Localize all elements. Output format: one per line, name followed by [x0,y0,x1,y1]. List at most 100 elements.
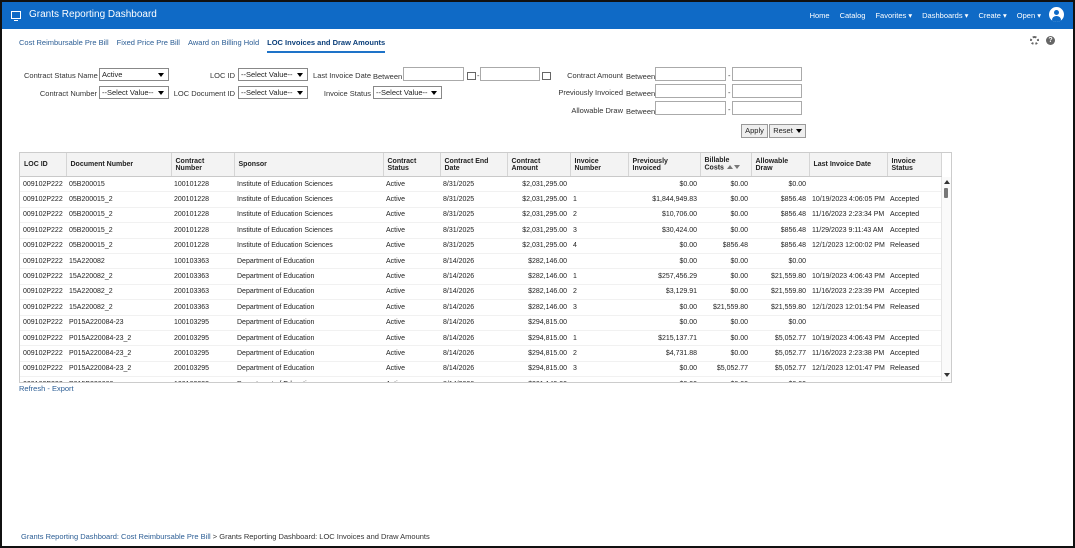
col-contract-end-date[interactable]: Contract End Date [440,153,508,177]
nav-favorites[interactable]: Favorites ▾ [875,11,912,20]
chevron-down-icon [297,73,303,77]
previously-invoiced-to[interactable] [732,84,802,98]
col-sponsor[interactable]: Sponsor [234,153,384,177]
scroll-up-icon[interactable] [944,180,950,184]
table-cell: Accepted [887,207,941,224]
reset-button[interactable]: Reset [769,124,806,138]
calendar-icon[interactable] [542,72,551,80]
nav-create[interactable]: Create ▾ [978,11,1006,20]
col-document-number[interactable]: Document Number [66,153,172,177]
table-row: 009102P222 05B200015_2 200101228 Institute … [20,222,941,239]
export-link[interactable]: Export [52,384,74,393]
col-allowable-draw[interactable]: Allowable Draw [751,153,810,177]
table-cell: 2 [570,345,628,362]
breadcrumb-current: Grants Reporting Dashboard: LOC Invoices… [219,532,430,541]
tab-loc-invoices-and-draw-amounts[interactable]: LOC Invoices and Draw Amounts [267,38,386,53]
scroll-thumb[interactable] [944,188,948,198]
table-cell: Active [383,315,440,331]
tab-award-on-billing-hold[interactable]: Award on Billing Hold [188,38,259,53]
nav-home[interactable]: Home [810,11,830,20]
table-cell: $282,146.00 [507,299,570,316]
help-icon[interactable]: ? [1046,36,1055,45]
col-billable-costs[interactable]: Billable Costs [700,153,752,177]
contract-status-select[interactable]: Active [99,68,169,81]
loc-id-select[interactable]: --Select Value-- [238,68,308,81]
table-cell: $30,424.00 [628,222,700,239]
table-cell: $856.48 [751,222,809,239]
table-cell: $5,052.77 [751,361,809,378]
table-cell: Active [383,191,440,208]
table-cell: 8/31/2025 [440,222,507,239]
table-cell: $0.00 [700,330,751,347]
table-cell: 100103363 [171,253,234,270]
table-cell: 3 [570,299,628,316]
table-cell: Accepted [887,191,941,208]
col-contract-number[interactable]: Contract Number [171,153,235,177]
table-cell: 8/14/2026 [440,345,507,362]
allowable-draw-to[interactable] [732,101,802,115]
table-cell: 8/14/2026 [440,284,507,301]
col-loc-id[interactable]: LOC ID [20,153,67,177]
table-cell: 05B200015_2 [66,191,171,208]
loc-document-select[interactable]: --Select Value-- [238,86,308,99]
tab-cost-reimbursable-pre-bill[interactable]: Cost Reimbursable Pre Bill [19,38,109,53]
table-cell: $856.48 [751,238,809,254]
table-cell: $4,731.88 [628,345,700,362]
table-cell: $0.00 [628,253,700,270]
table-header-row: LOC ID Document Number Contract Number S… [20,153,942,177]
table-cell: $0.00 [700,207,751,224]
col-last-invoice-date[interactable]: Last Invoice Date [809,153,888,177]
nav-catalog[interactable]: Catalog [840,11,866,20]
table-cell: Active [383,284,440,301]
user-avatar-icon[interactable] [1049,7,1064,22]
allowable-draw-label: Allowable Draw [571,106,623,115]
table-cell: Active [383,376,440,382]
apply-button[interactable]: Apply [741,124,768,138]
table-cell: $0.00 [628,376,700,382]
table-cell: $0.00 [700,253,751,270]
table-cell [809,315,887,331]
nav-open[interactable]: Open ▾ [1017,11,1041,20]
table-cell: 15A220082_2 [66,299,171,316]
table-cell: Department of Education [234,330,383,347]
col-invoice-number[interactable]: Invoice Number [570,153,629,177]
chevron-down-icon [158,73,164,77]
scroll-down-icon[interactable] [944,373,950,377]
allowable-draw-from[interactable] [655,101,726,115]
refresh-link[interactable]: Refresh [19,384,45,393]
col-contract-amount[interactable]: Contract Amount [507,153,571,177]
last-invoice-date-from[interactable] [403,67,464,81]
table-cell: Department of Education [234,315,383,331]
col-invoice-status[interactable]: Invoice Status [887,153,942,177]
table-row: 009102P222 05B200015_2 200101228 Institute … [20,238,941,254]
contract-amount-to[interactable] [732,67,802,81]
table-cell [570,176,628,193]
table-cell: $0.00 [700,345,751,362]
table-cell: Institute of Education Sciences [234,191,383,208]
last-invoice-date-to[interactable] [480,67,540,81]
invoice-status-select[interactable]: --Select Value-- [373,86,442,99]
previously-invoiced-from[interactable] [655,84,726,98]
table-cell: $21,559.80 [700,299,751,316]
table-cell: 200101228 [171,238,234,254]
gear-icon[interactable] [1030,36,1039,45]
col-previously-invoiced[interactable]: Previously Invoiced [628,153,701,177]
loc-id-label: LOC ID [209,71,235,80]
nav-dashboards[interactable]: Dashboards ▾ [922,11,968,20]
calendar-icon[interactable] [467,72,476,80]
table-cell: Active [383,268,440,285]
table-scrollbar[interactable] [941,177,951,381]
breadcrumb-link[interactable]: Grants Reporting Dashboard: Cost Reimbur… [21,532,211,541]
tab-fixed-price-pre-bill[interactable]: Fixed Price Pre Bill [117,38,180,53]
sort-icon[interactable] [726,164,740,171]
table-cell: 200101228 [171,222,234,239]
table-cell [809,376,887,382]
table-cell [887,176,941,193]
table-cell: 8/14/2026 [440,315,507,331]
chevron-down-icon [158,91,164,95]
table-cell: 009102P222 [20,268,66,285]
table-cell: $856.48 [700,238,751,254]
contract-number-select[interactable]: --Select Value-- [99,86,169,99]
contract-amount-from[interactable] [655,67,726,81]
col-contract-status[interactable]: Contract Status [383,153,441,177]
